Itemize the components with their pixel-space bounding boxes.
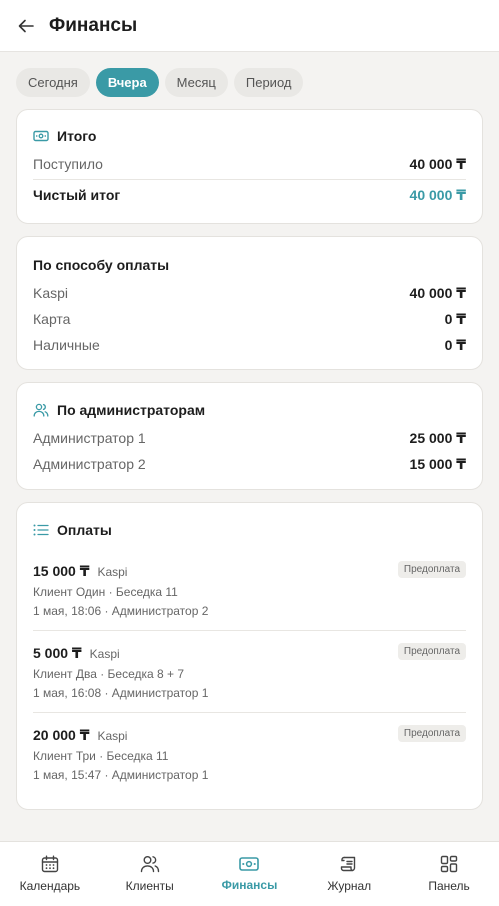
payment-item[interactable]: 20 000 ₸ Kaspi Клиент Три · Беседка 11 1…	[33, 713, 466, 794]
payment-meta: 1 мая, 16:08 · Администратор 1	[33, 686, 209, 700]
nav-label: Календарь	[19, 879, 81, 893]
list-icon	[33, 522, 49, 538]
grid-icon	[440, 855, 458, 873]
scroll-icon	[341, 856, 356, 872]
payments-card: Оплаты 15 000 ₸ Kaspi Клиент Один · Бесе…	[16, 502, 483, 810]
payments-header: Оплаты	[33, 520, 466, 540]
by-admin-title: По администраторам	[57, 402, 206, 418]
received-label: Поступило	[33, 156, 103, 172]
method-row-cash: Наличные 0 ₸	[33, 332, 466, 358]
admin-value: 25 000 ₸	[409, 429, 466, 446]
payment-method: Kaspi	[89, 647, 120, 661]
admin-row: Администратор 2 15 000 ₸	[33, 451, 466, 477]
prepayment-badge: Предоплата	[397, 725, 466, 742]
payment-meta: 1 мая, 18:06 · Администратор 2	[33, 604, 209, 618]
app-header: Финансы	[0, 0, 499, 52]
payment-client: Клиент Два · Беседка 8 + 7	[33, 667, 185, 681]
received-value: 40 000 ₸	[409, 155, 466, 172]
by-method-header: По способу оплаты	[33, 255, 466, 275]
summary-card: Итого Поступило 40 000 ₸ Чистый итог 40 …	[16, 109, 483, 224]
nav-label: Панель	[428, 879, 470, 893]
nav-label: Журнал	[327, 879, 372, 893]
arrow-left-icon	[18, 19, 34, 32]
net-row: Чистый итог 40 000 ₸	[33, 182, 466, 208]
page-title: Финансы	[49, 14, 138, 36]
net-value: 40 000 ₸	[409, 186, 466, 203]
received-row: Поступило 40 000 ₸	[33, 151, 466, 177]
method-label: Наличные	[33, 337, 100, 353]
divider	[33, 179, 466, 180]
method-label: Карта	[33, 311, 71, 327]
admin-label: Администратор 2	[33, 456, 146, 472]
bottom-nav: Календарь Клиенты Финансы Журнал Панель	[0, 841, 499, 906]
nav-finance[interactable]: Финансы	[200, 842, 300, 906]
period-tabs: Сегодня Вчера Месяц Период	[0, 52, 499, 97]
payment-method: Kaspi	[97, 729, 128, 743]
method-value: 0 ₸	[444, 310, 466, 327]
users-icon	[140, 856, 159, 873]
cash-icon	[33, 128, 49, 144]
tab-month[interactable]: Месяц	[164, 68, 228, 97]
nav-panel[interactable]: Панель	[399, 842, 499, 906]
admin-row: Администратор 1 25 000 ₸	[33, 425, 466, 451]
method-value: 0 ₸	[444, 336, 466, 353]
nav-label: Клиенты	[125, 879, 174, 893]
net-label: Чистый итог	[33, 187, 121, 203]
nav-journal[interactable]: Журнал	[299, 842, 399, 906]
tab-period[interactable]: Период	[233, 68, 304, 97]
method-label: Kaspi	[33, 285, 69, 301]
users-icon	[33, 402, 49, 418]
nav-clients[interactable]: Клиенты	[100, 842, 200, 906]
tab-today[interactable]: Сегодня	[16, 68, 90, 97]
prepayment-badge: Предоплата	[397, 561, 466, 578]
payment-amount: 5 000 ₸	[33, 645, 82, 661]
prepayment-badge: Предоплата	[397, 643, 466, 660]
payments-title: Оплаты	[57, 522, 112, 538]
back-button[interactable]	[16, 16, 36, 36]
payment-item[interactable]: 5 000 ₸ Kaspi Клиент Два · Беседка 8 + 7…	[33, 631, 466, 713]
payment-item[interactable]: 15 000 ₸ Kaspi Клиент Один · Беседка 11 …	[33, 549, 466, 631]
by-method-title: По способу оплаты	[33, 257, 170, 273]
method-value: 40 000 ₸	[409, 284, 466, 301]
admin-label: Администратор 1	[33, 430, 146, 446]
method-row-kaspi: Kaspi 40 000 ₸	[33, 280, 466, 306]
payment-client: Клиент Три · Беседка 11	[33, 749, 169, 763]
payment-method: Kaspi	[97, 565, 128, 579]
nav-calendar[interactable]: Календарь	[0, 842, 100, 906]
payment-meta: 1 мая, 15:47 · Администратор 1	[33, 768, 209, 782]
nav-label: Финансы	[221, 878, 278, 892]
payment-amount: 20 000 ₸	[33, 727, 90, 743]
admin-value: 15 000 ₸	[409, 455, 466, 472]
method-row-card: Карта 0 ₸	[33, 306, 466, 332]
summary-header: Итого	[33, 126, 466, 146]
by-admin-card: По администраторам Администратор 1 25 00…	[16, 382, 483, 490]
payment-amount: 15 000 ₸	[33, 563, 90, 579]
by-admin-header: По администраторам	[33, 400, 466, 420]
tab-yesterday[interactable]: Вчера	[95, 68, 159, 97]
by-method-card: По способу оплаты Kaspi 40 000 ₸ Карта 0…	[16, 236, 483, 370]
calendar-icon	[41, 855, 59, 873]
payments-list: 15 000 ₸ Kaspi Клиент Один · Беседка 11 …	[33, 549, 466, 794]
money-icon	[239, 857, 260, 871]
payment-client: Клиент Один · Беседка 11	[33, 585, 178, 599]
summary-title: Итого	[57, 128, 97, 144]
